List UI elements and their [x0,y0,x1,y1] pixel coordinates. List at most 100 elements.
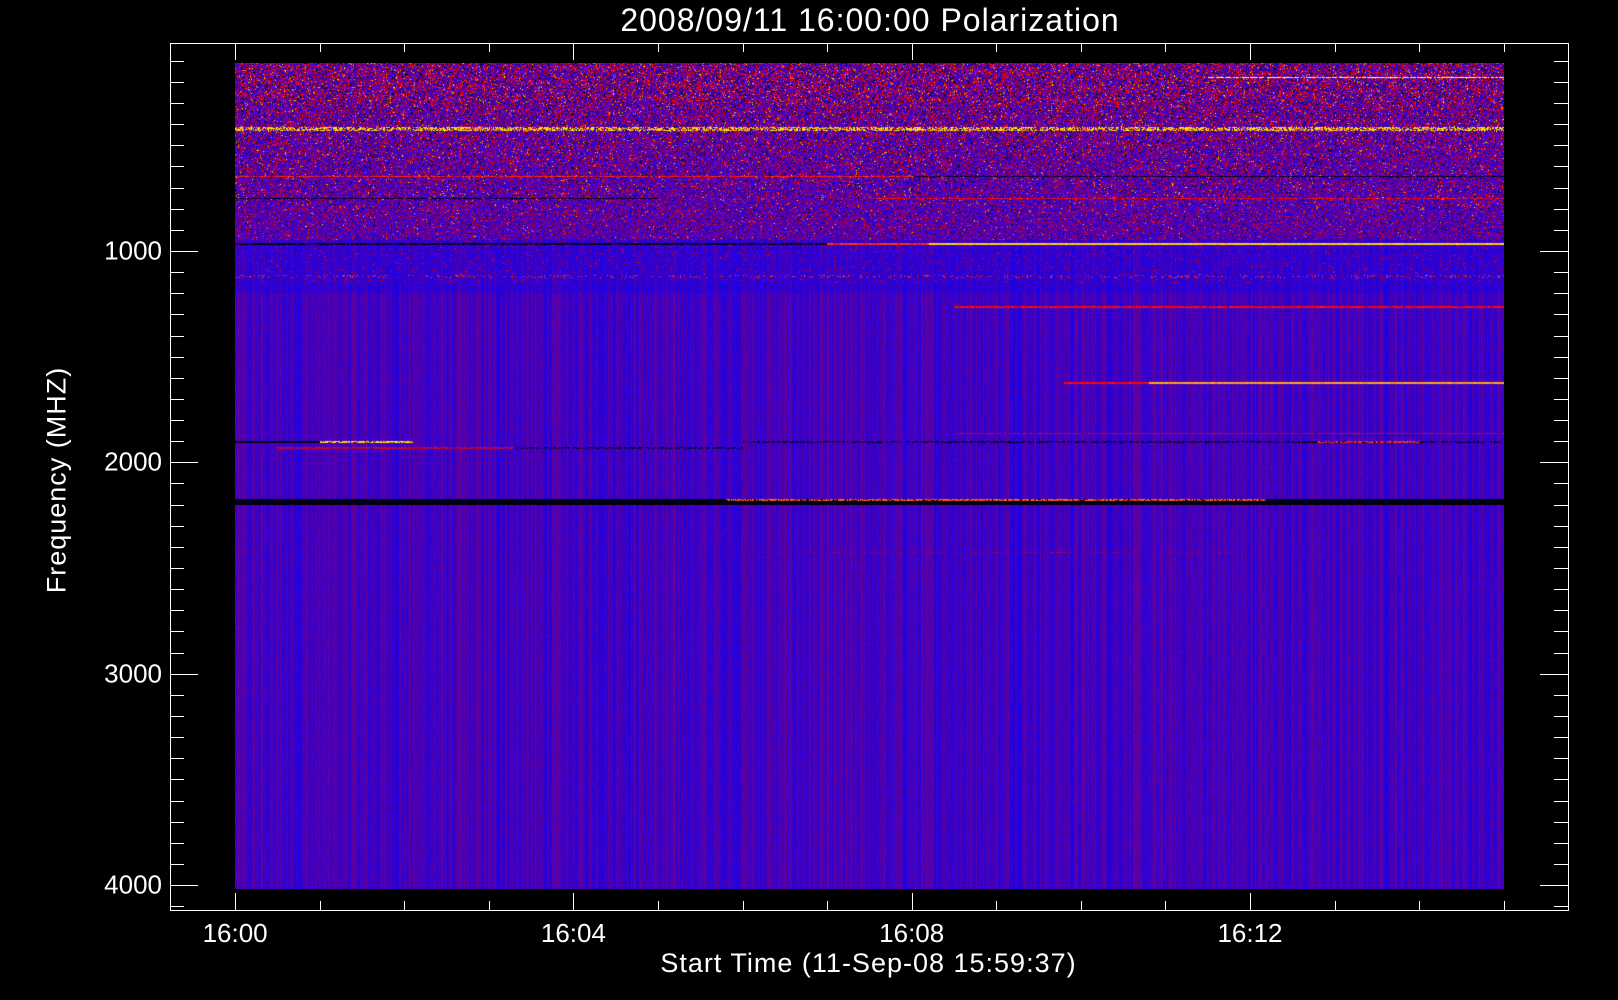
y-major-tick [170,251,198,252]
x-minor-tick [1165,901,1166,910]
y-minor-tick [1554,653,1568,654]
y-minor-tick [170,631,184,632]
y-minor-tick [170,610,184,611]
y-minor-tick [1554,272,1568,273]
y-minor-tick [1554,483,1568,484]
y-major-tick [1540,462,1568,463]
x-minor-tick [404,43,405,52]
y-minor-tick [1554,864,1568,865]
y-minor-tick [1554,293,1568,294]
y-minor-tick [170,82,184,83]
y-tick-label: 4000 [104,869,162,900]
x-axis-label: Start Time (11-Sep-08 15:59:37) [660,948,1077,978]
y-minor-tick [170,272,184,273]
x-tick-label: 16:00 [202,918,268,948]
y-minor-tick [170,357,184,358]
y-major-tick [1540,674,1568,675]
x-minor-tick [743,43,744,52]
y-minor-tick [170,568,184,569]
y-minor-tick [1554,843,1568,844]
y-minor-tick [1554,188,1568,189]
y-minor-tick [170,505,184,506]
y-minor-tick [1554,103,1568,104]
x-major-tick [573,893,574,910]
y-minor-tick [170,737,184,738]
y-minor-tick [1554,589,1568,590]
y-minor-tick [1554,822,1568,823]
y-minor-tick [1554,61,1568,62]
x-minor-tick [1335,43,1336,52]
y-axis-label: Frequency (MHZ) [41,366,72,594]
y-minor-tick [170,843,184,844]
y-minor-tick [1554,399,1568,400]
y-minor-tick [1554,209,1568,210]
y-minor-tick [1554,758,1568,759]
y-minor-tick [170,822,184,823]
y-minor-tick [170,166,184,167]
x-minor-tick [320,901,321,910]
x-minor-tick [1419,901,1420,910]
y-minor-tick [1554,737,1568,738]
y-minor-tick [170,864,184,865]
x-major-tick [235,43,236,60]
y-minor-tick [1554,441,1568,442]
x-major-tick [912,893,913,910]
y-minor-tick [1554,801,1568,802]
y-minor-tick [170,188,184,189]
x-tick-label: 16:12 [1217,918,1283,948]
y-minor-tick [170,779,184,780]
y-minor-tick [170,293,184,294]
x-minor-tick [1335,901,1336,910]
y-minor-tick [1554,230,1568,231]
x-major-tick [1250,43,1251,60]
y-minor-tick [1554,357,1568,358]
y-minor-tick [170,378,184,379]
x-minor-tick [489,901,490,910]
y-minor-tick [1554,779,1568,780]
y-minor-tick [170,145,184,146]
x-minor-tick [489,43,490,52]
y-minor-tick [170,526,184,527]
x-minor-tick [743,901,744,910]
y-tick-label: 3000 [104,658,162,689]
y-minor-tick [170,589,184,590]
x-minor-tick [996,43,997,52]
x-minor-tick [658,43,659,52]
x-major-tick [912,43,913,60]
x-minor-tick [996,901,997,910]
y-minor-tick [1554,906,1568,907]
x-minor-tick [1081,43,1082,52]
x-major-tick [1250,893,1251,910]
y-minor-tick [170,653,184,654]
y-minor-tick [1554,505,1568,506]
y-major-tick [170,674,198,675]
x-tick-label: 16:08 [879,918,945,948]
x-major-tick [235,893,236,910]
y-major-tick [1540,885,1568,886]
y-tick-label: 1000 [104,235,162,266]
y-minor-tick [1554,695,1568,696]
y-minor-tick [170,906,184,907]
x-minor-tick [1165,43,1166,52]
chart-title: 2008/09/11 16:00:00 Polarization [620,2,1120,38]
y-minor-tick [1554,124,1568,125]
y-minor-tick [170,230,184,231]
x-minor-tick [320,43,321,52]
y-major-tick [1540,251,1568,252]
y-minor-tick [170,420,184,421]
y-minor-tick [170,801,184,802]
y-minor-tick [1554,547,1568,548]
x-minor-tick [404,901,405,910]
y-minor-tick [170,441,184,442]
y-minor-tick [170,209,184,210]
y-minor-tick [170,695,184,696]
y-minor-tick [1554,568,1568,569]
y-minor-tick [1554,336,1568,337]
y-minor-tick [1554,82,1568,83]
y-minor-tick [1554,166,1568,167]
y-minor-tick [170,336,184,337]
y-minor-tick [1554,631,1568,632]
y-minor-tick [1554,420,1568,421]
x-minor-tick [827,43,828,52]
y-minor-tick [1554,716,1568,717]
